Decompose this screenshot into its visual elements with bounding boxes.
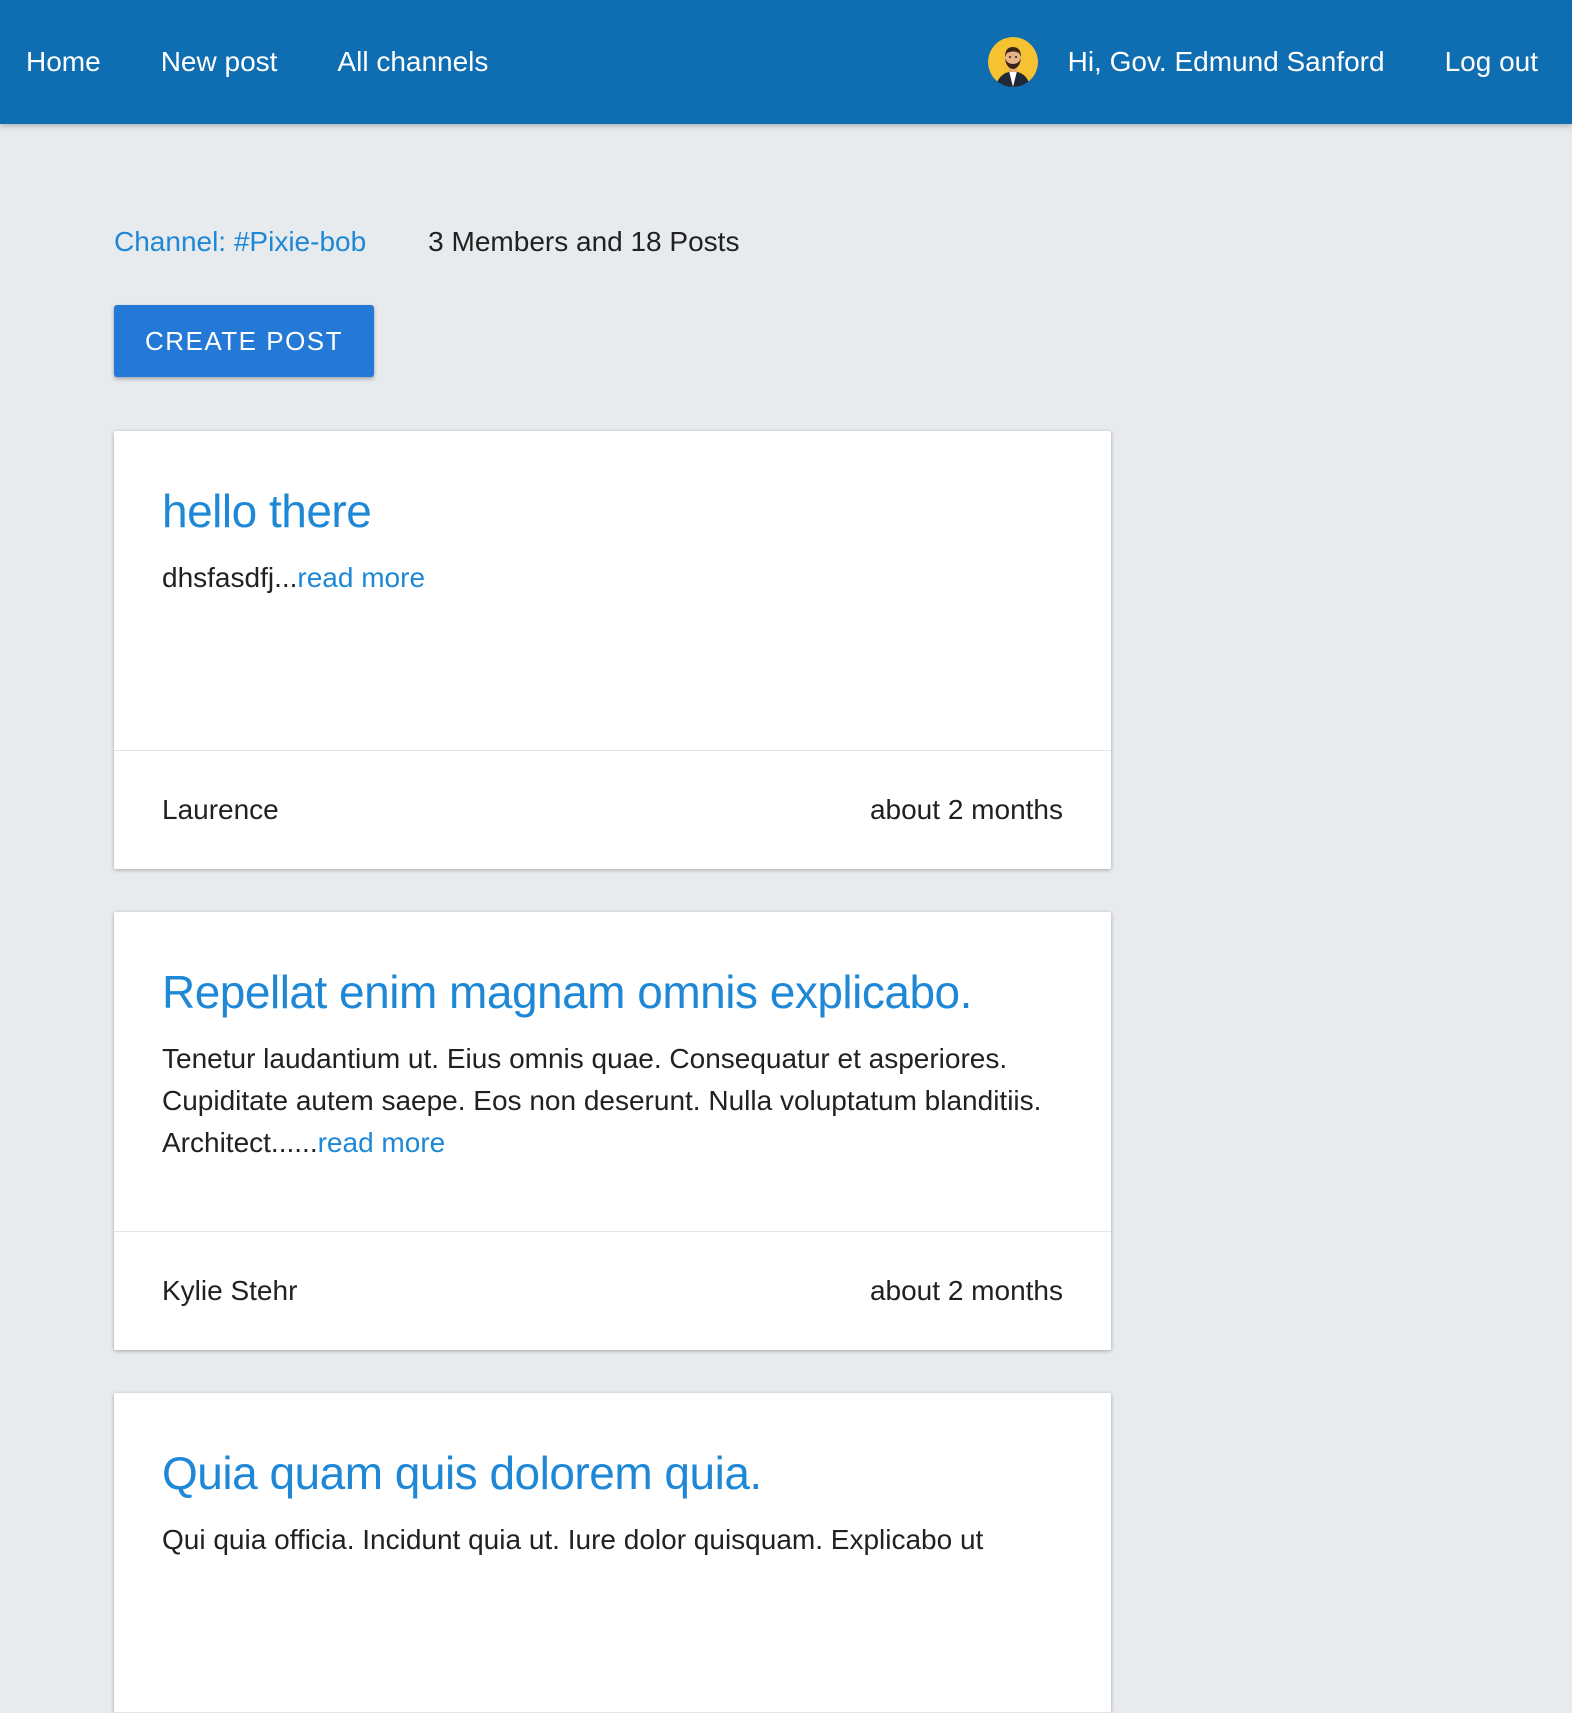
post-title[interactable]: hello there — [162, 483, 1063, 539]
post-excerpt: dhsfasdfj...read more — [162, 557, 1063, 599]
channel-name: Channel: #Pixie-bob — [114, 226, 367, 257]
nav-new-post-link[interactable]: New post — [161, 46, 278, 78]
post-excerpt-text: Tenetur laudantium ut. Eius omnis quae. … — [162, 1043, 1042, 1158]
post-author: Kylie Stehr — [162, 1275, 298, 1306]
user-greeting: Hi, Gov. Edmund Sanford — [1067, 46, 1385, 77]
post-body: Repellat enim magnam omnis explicabo. Te… — [114, 912, 1111, 1232]
top-navbar: Home New post All channels Hi, Gov. Edmu… — [0, 0, 1572, 124]
post-title[interactable]: Quia quam quis dolorem quia. — [162, 1445, 1063, 1501]
post-author: Laurence — [162, 794, 279, 825]
read-more-link[interactable]: read more — [318, 1127, 446, 1158]
post-card: Quia quam quis dolorem quia. Qui quia of… — [114, 1393, 1111, 1713]
post-body: Quia quam quis dolorem quia. Qui quia of… — [114, 1393, 1111, 1713]
post-excerpt: Tenetur laudantium ut. Eius omnis quae. … — [162, 1038, 1063, 1164]
logout-link[interactable]: Log out — [1445, 46, 1538, 78]
post-footer: Kylie Stehr about 2 months — [114, 1232, 1111, 1350]
user-avatar-icon[interactable] — [987, 37, 1038, 87]
post-time: about 2 months — [869, 1275, 1063, 1306]
post-title[interactable]: Repellat enim magnam omnis explicabo. — [162, 964, 1063, 1020]
post-card: hello there dhsfasdfj...read more Lauren… — [114, 431, 1111, 869]
post-footer: Laurence about 2 months — [114, 751, 1111, 869]
post-excerpt-text: dhsfasdfj... — [162, 562, 298, 593]
read-more-link[interactable]: read more — [297, 562, 425, 593]
channel-stats: 3 Members and 18 Posts — [428, 226, 740, 257]
create-post-button[interactable]: CREATE POST — [114, 305, 374, 377]
post-body: hello there dhsfasdfj...read more — [114, 431, 1111, 751]
nav-links: Home New post All channels — [0, 46, 548, 78]
post-excerpt-text: Qui quia officia. Incidunt quia ut. Iure… — [162, 1524, 984, 1555]
user-menu: Hi, Gov. Edmund Sanford Log out — [987, 37, 1572, 87]
post-card: Repellat enim magnam omnis explicabo. Te… — [114, 912, 1111, 1350]
nav-all-channels-link[interactable]: All channels — [337, 46, 488, 78]
post-time: about 2 months — [869, 794, 1063, 825]
post-excerpt: Qui quia officia. Incidunt quia ut. Iure… — [162, 1519, 1063, 1561]
channel-header: Channel: #Pixie-bob 3 Members and 18 Pos… — [114, 226, 739, 258]
nav-home-link[interactable]: Home — [26, 46, 101, 78]
